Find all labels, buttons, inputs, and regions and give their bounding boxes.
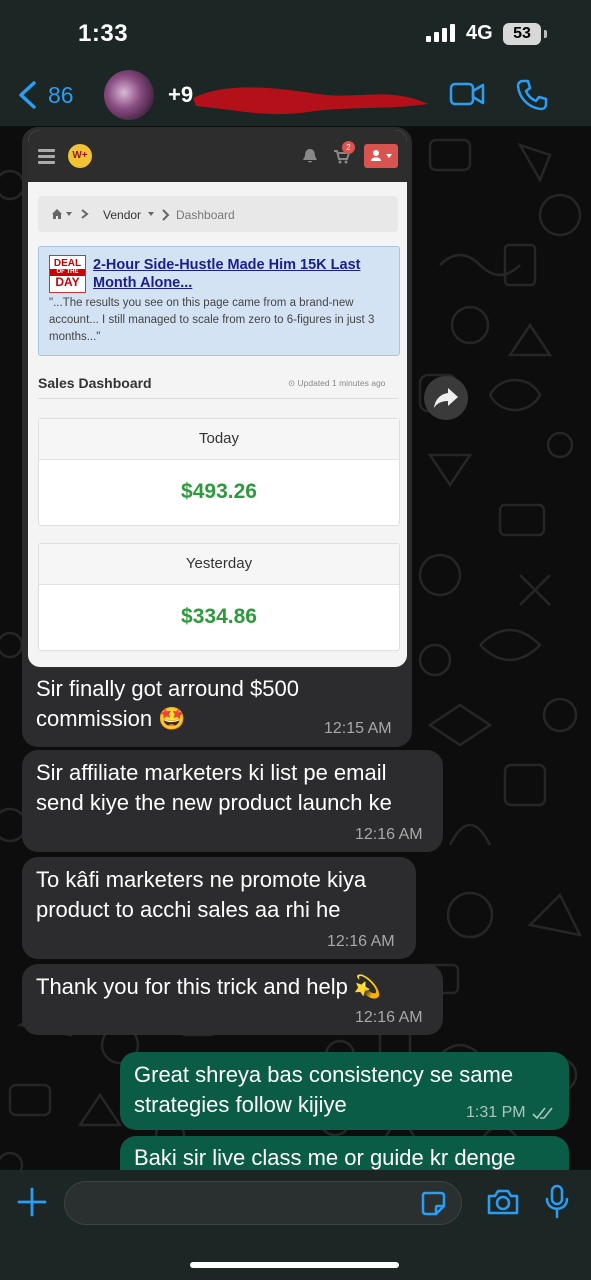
breadcrumb-vendor: Vendor [103,208,142,222]
phone-call-icon[interactable] [515,78,549,112]
warriorplus-logo: W+ [68,144,92,168]
message-text: Sir finally got arround $500 commission … [36,676,299,731]
back-chevron-icon[interactable] [16,80,38,110]
outgoing-message[interactable]: Great shreya bas consistency se same str… [120,1052,569,1130]
yesterday-value: $334.86 [181,605,257,628]
battery-cap [544,30,547,38]
sales-dashboard-title: Sales Dashboard [38,375,152,391]
today-panel: Today $493.26 [38,418,400,526]
deal-title: 2-Hour Side-Hustle Made Him 15K Last Mon… [93,257,361,291]
sticker-icon[interactable] [420,1190,446,1216]
home-icon [52,209,89,219]
clock-icon: ⊙ [288,378,296,388]
forward-icon [434,388,458,408]
incoming-message[interactable]: Sir affiliate marketers ki list pe email… [22,750,443,852]
yesterday-panel: Yesterday $334.86 [38,543,400,651]
user-menu-icon [364,144,398,168]
redaction-scribble [193,87,428,115]
incoming-message[interactable]: Thank you for this trick and help 💫 12:1… [22,964,443,1035]
network-type: 4G [466,22,493,44]
avatar[interactable] [104,70,154,120]
message-time: 12:16 AM [355,826,423,843]
message-composer [0,1170,591,1280]
message-text: To kâfi marketers ne promote kiya produc… [36,867,367,922]
message-time: 12:15 AM [324,720,392,737]
status-bar: 1:33 4G 53 [0,0,591,62]
yesterday-label: Yesterday [39,544,399,585]
camera-icon[interactable] [486,1188,520,1216]
message-text: Thank you for this trick and help 💫 [36,974,382,999]
microphone-icon[interactable] [544,1184,570,1220]
deal-of-the-day-banner: DEAL OF THE DAY 2-Hour Side-Hustle Made … [38,246,400,356]
bell-icon [303,149,317,163]
breadcrumb-dashboard: Dashboard [176,208,235,222]
message-text: Sir affiliate marketers ki list pe email… [36,760,392,815]
updated-timestamp: ⊙ Updated 1 minutes ago [288,378,386,388]
breadcrumb: Vendor Dashboard [38,196,398,232]
hamburger-menu-icon [38,149,55,167]
divider [38,398,398,399]
chat-header: 86 +9 [0,62,591,126]
cart-badge: 2 [342,141,355,154]
forward-button[interactable] [424,376,468,420]
screenshot-navbar: W+ 2 [28,130,407,182]
today-label: Today [39,419,399,460]
clock: 1:33 [78,20,129,47]
back-unread-count[interactable]: 86 [48,82,74,109]
message-time: 12:16 AM [355,1009,423,1026]
chevron-icon [148,209,170,221]
message-text: Baki sir live class me or guide kr denge [134,1145,516,1170]
incoming-message[interactable]: To kâfi marketers ne promote kiya produc… [22,857,416,959]
message-time: 12:16 AM [327,933,395,950]
dashboard-screenshot[interactable]: W+ 2 Vendor Dashboard DEAL OF THE DAY 2-… [28,130,407,667]
deal-body: "...The results you see on this page cam… [49,297,375,343]
video-call-icon[interactable] [449,80,485,108]
read-receipt-icon [532,1107,553,1120]
today-value: $493.26 [181,480,257,503]
battery-icon: 53 [503,23,541,45]
message-time: 1:31 PM [466,1104,526,1121]
message-input[interactable] [64,1181,462,1225]
cellular-signal-icon [426,24,455,42]
plus-icon[interactable] [16,1186,48,1218]
home-indicator [190,1262,399,1268]
message-text: Great shreya bas consistency se same str… [134,1062,514,1117]
deal-badge: DEAL OF THE DAY [49,255,86,293]
